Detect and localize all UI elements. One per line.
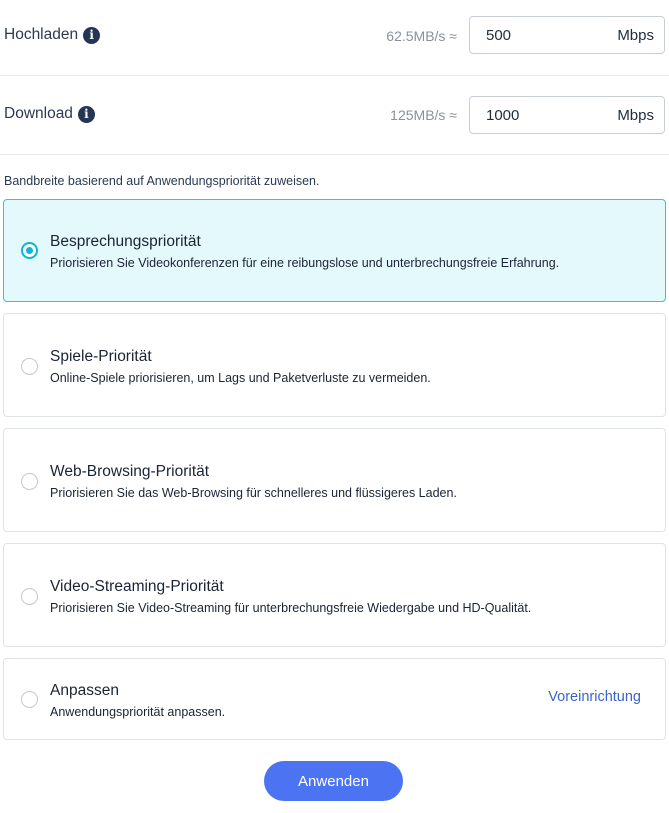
info-icon[interactable]: i [77, 105, 95, 123]
radio-button[interactable] [21, 691, 38, 708]
download-field: Mbps [469, 96, 665, 134]
option-title: Anpassen [50, 682, 119, 699]
upload-field: Mbps [469, 16, 665, 54]
option-gaming-priority[interactable]: Spiele-Priorität Online-Spiele priorisie… [3, 313, 666, 417]
upload-unit: Mbps [617, 27, 654, 44]
option-title: Spiele-Priorität [50, 348, 152, 365]
radio-button[interactable] [21, 358, 38, 375]
option-meeting-priority[interactable]: Besprechungspriorität Priorisieren Sie V… [3, 199, 666, 302]
radio-button[interactable] [21, 473, 38, 490]
option-title: Besprechungspriorität [50, 233, 201, 250]
upload-rate: 62.5MB/s ≈ [386, 28, 457, 44]
download-input[interactable] [470, 97, 610, 133]
option-video-streaming-priority[interactable]: Video-Streaming-Priorität Priorisieren S… [3, 543, 666, 647]
option-title: Video-Streaming-Priorität [50, 578, 224, 595]
download-rate: 125MB/s ≈ [390, 107, 457, 123]
upload-row: Hochladen i 62.5MB/s ≈ Mbps [0, 0, 669, 76]
info-icon[interactable]: i [83, 26, 101, 44]
option-title: Web-Browsing-Priorität [50, 463, 210, 480]
upload-input[interactable] [470, 17, 610, 53]
option-description: Priorisieren Sie Videokonferenzen für ei… [50, 256, 560, 270]
apply-button[interactable]: Anwenden [264, 761, 403, 801]
option-web-browsing-priority[interactable]: Web-Browsing-Priorität Priorisieren Sie … [3, 428, 666, 532]
option-description: Priorisieren Sie das Web-Browsing für sc… [50, 486, 457, 500]
option-description: Priorisieren Sie Video-Streaming für unt… [50, 601, 532, 615]
download-row: Download i 125MB/s ≈ Mbps [0, 77, 669, 155]
radio-button-checked[interactable] [21, 242, 38, 259]
option-description: Anwendungspriorität anpassen. [50, 705, 226, 719]
download-label: Download i [4, 105, 95, 123]
download-unit: Mbps [617, 107, 654, 124]
priority-hint: Bandbreite basierend auf Anwendungsprior… [4, 174, 320, 188]
option-description: Online-Spiele priorisieren, um Lags und … [50, 371, 431, 385]
option-custom[interactable]: Anpassen Anwendungspriorität anpassen. V… [3, 658, 666, 740]
upload-label: Hochladen i [4, 26, 101, 44]
preset-link[interactable]: Voreinrichtung [548, 689, 641, 705]
radio-button[interactable] [21, 588, 38, 605]
